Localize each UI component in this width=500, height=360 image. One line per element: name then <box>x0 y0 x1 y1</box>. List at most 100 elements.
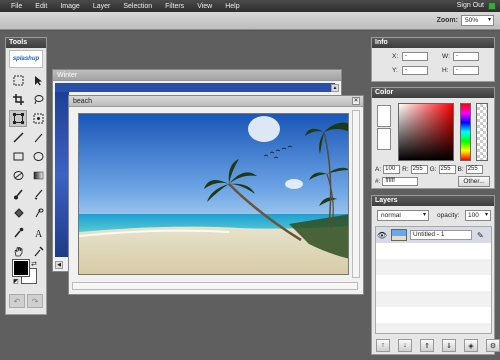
marquee-icon[interactable] <box>9 72 27 89</box>
merge-icon[interactable]: ↓ <box>398 339 412 352</box>
scroll-up-icon[interactable]: ▲ <box>331 84 339 92</box>
close-icon[interactable]: ✕ <box>352 97 360 105</box>
layers-list: 👁 Untitled - 1 ✎ <box>375 226 492 334</box>
layer-thumbnail <box>391 229 407 241</box>
magic-wand-icon[interactable] <box>29 110 47 127</box>
swap-colors-icon[interactable]: ⇄ <box>31 260 37 268</box>
blue-input[interactable]: 255 <box>465 165 483 174</box>
hue-slider[interactable] <box>460 103 471 161</box>
winter-image-strip <box>55 83 335 92</box>
undo-icon[interactable]: ↶ <box>9 294 25 308</box>
alpha-label: A: <box>375 166 382 173</box>
vertical-scrollbar[interactable] <box>352 110 360 278</box>
green-label: G: <box>429 166 437 173</box>
hand-icon[interactable] <box>9 243 27 260</box>
fx-icon[interactable]: ⚙ <box>486 339 500 352</box>
duplicate-icon[interactable]: ⇑ <box>420 339 434 352</box>
reset-colors-icon[interactable]: ◩ <box>13 278 19 285</box>
text-icon[interactable]: A <box>29 224 47 241</box>
h-value: - <box>453 66 479 75</box>
splashup-logo: splashup <box>9 50 43 68</box>
beach-window-title[interactable]: beach ✕ <box>69 96 363 107</box>
fill-bucket-icon[interactable] <box>9 205 27 222</box>
scroll-left-icon[interactable]: ◀ <box>55 261 63 269</box>
y-label: Y: <box>392 67 398 74</box>
zoom-select[interactable]: 50% <box>461 15 494 26</box>
green-input[interactable]: 255 <box>438 165 456 174</box>
lasso-icon[interactable] <box>29 91 47 108</box>
beach-photo <box>79 114 348 274</box>
red-input[interactable]: 255 <box>410 165 428 174</box>
old-color-preview <box>377 128 391 150</box>
rectangle-icon[interactable] <box>9 148 27 165</box>
menu-view[interactable]: View <box>186 3 212 10</box>
empty-row <box>376 259 491 275</box>
eyedropper-icon[interactable] <box>9 224 27 241</box>
beach-title-text: beach <box>73 98 93 105</box>
transform-icon[interactable] <box>9 110 27 127</box>
x-label: X: <box>392 53 399 60</box>
image-canvas[interactable] <box>78 113 349 275</box>
smudge-icon[interactable] <box>29 186 47 203</box>
clone-icon[interactable] <box>29 243 47 260</box>
sign-out-link[interactable]: Sign Out <box>457 2 484 9</box>
opacity-select[interactable]: 100 <box>465 210 491 221</box>
hex-label: #: <box>375 178 381 185</box>
menu-file[interactable]: File <box>0 3 22 10</box>
blend-mode-select[interactable]: normal <box>377 210 429 221</box>
ellipse-icon[interactable] <box>29 148 47 165</box>
red-label: R: <box>402 166 409 173</box>
crop-icon[interactable] <box>9 91 27 108</box>
tools-panel-title: Tools <box>6 38 46 48</box>
redo-icon[interactable]: ↷ <box>27 294 43 308</box>
beach-document-window[interactable]: beach ✕ <box>68 95 364 295</box>
empty-row <box>376 291 491 307</box>
layer-row[interactable]: 👁 Untitled - 1 ✎ <box>376 227 491 243</box>
dodge-icon[interactable] <box>29 205 47 222</box>
pointer-icon[interactable] <box>29 72 47 89</box>
h-label: H: <box>442 67 449 74</box>
gradient-icon[interactable] <box>29 167 47 184</box>
color-panel-title: Color <box>372 88 494 98</box>
y-value: - <box>402 66 428 75</box>
delete-icon[interactable]: ⇓ <box>442 339 456 352</box>
hex-input[interactable]: ffffff <box>382 177 419 186</box>
other-colors-button[interactable]: Other... <box>458 176 490 187</box>
zoom-label: Zoom: <box>436 17 458 24</box>
layer-name[interactable]: Untitled - 1 <box>410 230 472 240</box>
new-layer-icon[interactable]: ↑ <box>376 339 390 352</box>
line-icon[interactable] <box>9 129 27 146</box>
opacity-label: opacity: <box>437 212 460 219</box>
menu-filters[interactable]: Filters <box>154 3 184 10</box>
layers-panel-title: Layers <box>372 196 494 206</box>
menu-selection[interactable]: Selection <box>112 3 152 10</box>
layer-lock-icon[interactable]: ✎ <box>477 231 484 240</box>
fullscreen-icon[interactable] <box>488 2 496 10</box>
pencil-line-icon[interactable] <box>29 129 47 146</box>
properties-icon[interactable]: ◈ <box>464 339 478 352</box>
new-color-preview <box>377 105 391 127</box>
horizontal-scrollbar[interactable] <box>72 282 358 290</box>
x-value: - <box>402 52 428 61</box>
color-panel: Color A: 100 R: 255 G: 255 B: 255 #: fff… <box>371 87 495 189</box>
empty-row <box>376 323 491 333</box>
w-value: - <box>453 52 479 61</box>
menu-edit[interactable]: Edit <box>24 3 47 10</box>
layers-panel: Layers normal opacity: 100 👁 Untitled - … <box>371 195 500 355</box>
brush-icon[interactable] <box>9 186 27 203</box>
menu-image[interactable]: Image <box>49 3 79 10</box>
options-bar: Zoom: 50% <box>0 12 500 30</box>
menu-help[interactable]: Help <box>214 3 239 10</box>
alpha-slider[interactable] <box>476 103 488 161</box>
menu-bar: File Edit Image Layer Selection Filters … <box>0 0 500 12</box>
alpha-input[interactable]: 100 <box>383 165 401 174</box>
saturation-value-picker[interactable] <box>398 103 454 161</box>
eraser-icon[interactable] <box>9 167 27 184</box>
eye-icon[interactable]: 👁 <box>376 231 388 240</box>
foreground-color-swatch[interactable] <box>12 259 30 277</box>
info-panel-title: Info <box>372 38 494 48</box>
menu-layer[interactable]: Layer <box>82 3 111 10</box>
blue-label: B: <box>457 166 464 173</box>
winter-window-title[interactable]: Winter <box>53 70 341 81</box>
color-swatches: ⇄ ◩ <box>11 259 43 290</box>
